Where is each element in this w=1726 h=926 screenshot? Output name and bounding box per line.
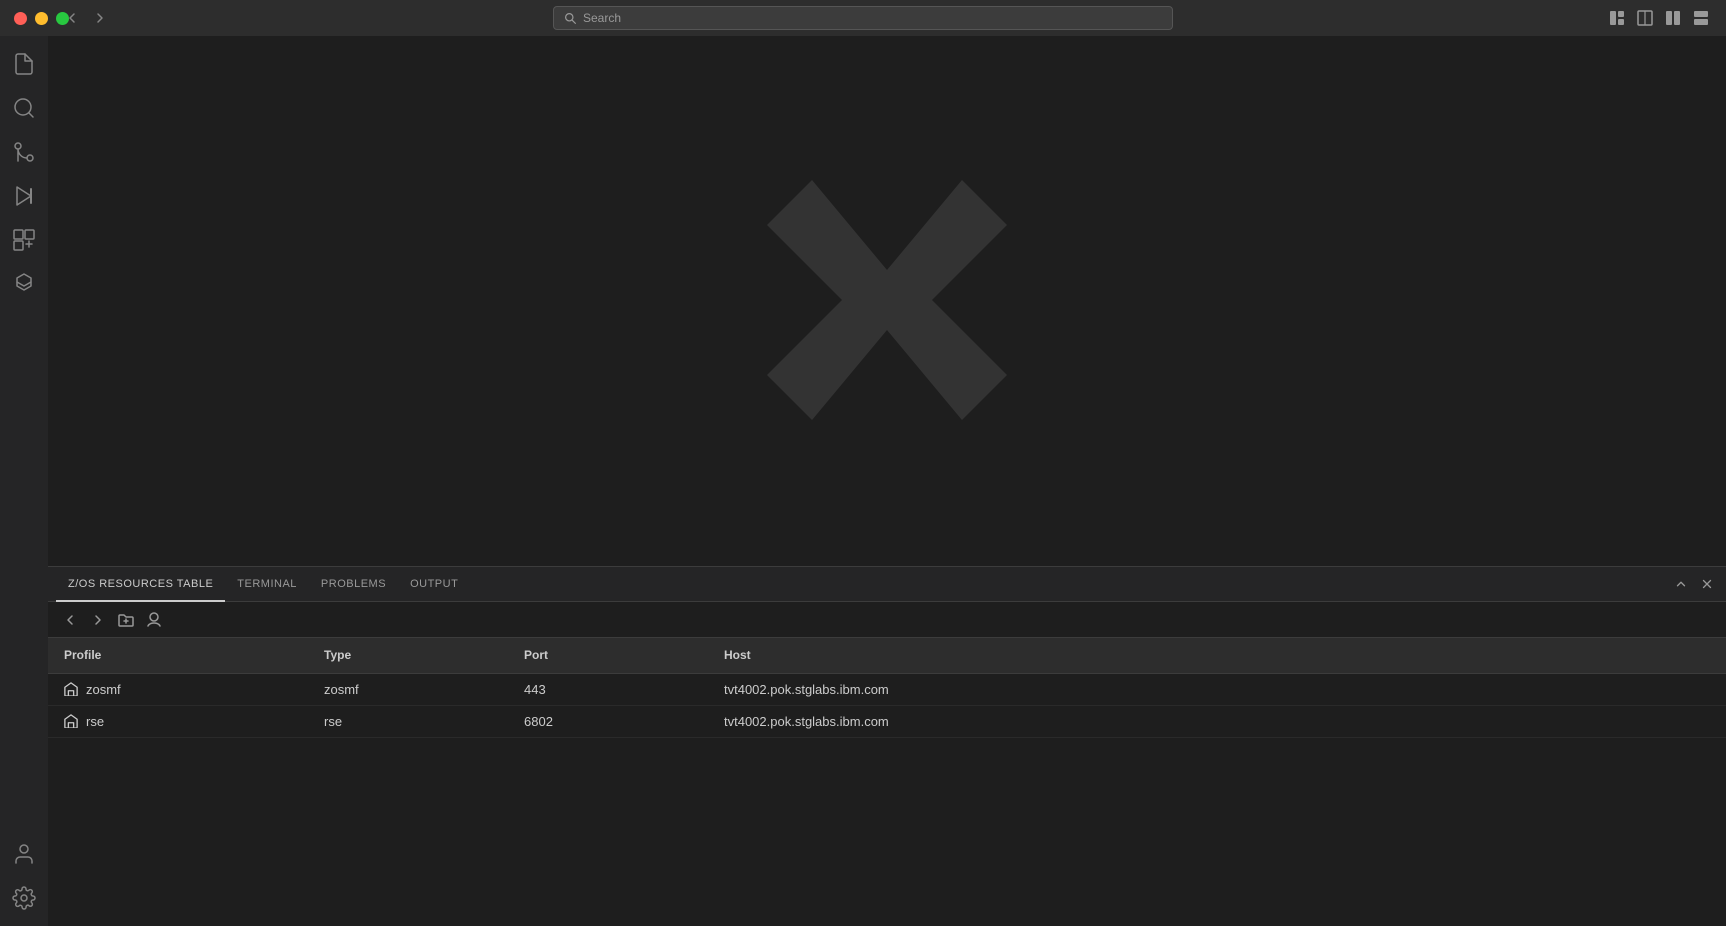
search-icon bbox=[564, 12, 577, 25]
layout-icon-1[interactable] bbox=[1606, 7, 1628, 29]
tab-resources-table[interactable]: Z/OS RESOURCES TABLE bbox=[56, 567, 225, 602]
toolbar-forward-button[interactable] bbox=[86, 608, 110, 632]
table-cell-profile: rse bbox=[48, 705, 308, 737]
activity-item-settings[interactable] bbox=[4, 878, 44, 918]
column-header-port: Port bbox=[508, 638, 708, 673]
table-cell-type: rse bbox=[308, 705, 508, 737]
minimize-button[interactable] bbox=[35, 12, 48, 25]
home-icon bbox=[64, 714, 78, 728]
column-header-host: Host bbox=[708, 638, 1726, 673]
column-header-type: Type bbox=[308, 638, 508, 673]
table-header-row: Profile Type Port Host bbox=[48, 638, 1726, 673]
activity-item-zowe[interactable] bbox=[4, 264, 44, 304]
tab-terminal[interactable]: TERMINAL bbox=[225, 567, 309, 602]
panel-tabs: Z/OS RESOURCES TABLE TERMINAL PROBLEMS O… bbox=[48, 567, 1726, 602]
panel-controls bbox=[1670, 573, 1718, 595]
toolbar-back-button[interactable] bbox=[58, 608, 82, 632]
panel-collapse-button[interactable] bbox=[1670, 573, 1692, 595]
activity-item-extensions[interactable] bbox=[4, 220, 44, 260]
toolbar-open-folder-button[interactable] bbox=[114, 608, 138, 632]
tab-output[interactable]: OUTPUT bbox=[398, 567, 470, 602]
close-button[interactable] bbox=[14, 12, 27, 25]
resources-table: Profile Type Port Host zosmfzosmf443tvt4… bbox=[48, 638, 1726, 738]
editor-content bbox=[48, 36, 1726, 566]
vscode-logo bbox=[737, 150, 1037, 453]
forward-arrow[interactable] bbox=[88, 6, 112, 30]
layout-icon-2[interactable] bbox=[1634, 7, 1656, 29]
navigation-arrows bbox=[60, 6, 112, 30]
activity-item-run[interactable] bbox=[4, 176, 44, 216]
back-arrow[interactable] bbox=[60, 6, 84, 30]
activity-item-source-control[interactable] bbox=[4, 132, 44, 172]
table-row[interactable]: zosmfzosmf443tvt4002.pok.stglabs.ibm.com bbox=[48, 673, 1726, 705]
home-icon bbox=[64, 682, 78, 696]
main-layout: Z/OS RESOURCES TABLE TERMINAL PROBLEMS O… bbox=[0, 36, 1726, 926]
titlebar-right-controls bbox=[1606, 7, 1712, 29]
table-row[interactable]: rserse6802tvt4002.pok.stglabs.ibm.com bbox=[48, 705, 1726, 737]
activity-item-explorer[interactable] bbox=[4, 44, 44, 84]
table-cell-port: 443 bbox=[508, 673, 708, 705]
table-cell-host: tvt4002.pok.stglabs.ibm.com bbox=[708, 705, 1726, 737]
column-header-profile: Profile bbox=[48, 638, 308, 673]
table-cell-profile: zosmf bbox=[48, 673, 308, 705]
panel-close-button[interactable] bbox=[1696, 573, 1718, 595]
titlebar: Search bbox=[0, 0, 1726, 36]
toolbar-add-profile-button[interactable] bbox=[142, 608, 166, 632]
panel: Z/OS RESOURCES TABLE TERMINAL PROBLEMS O… bbox=[48, 566, 1726, 926]
panel-toolbar bbox=[48, 602, 1726, 638]
layout-icon-3[interactable] bbox=[1662, 7, 1684, 29]
activity-bar bbox=[0, 36, 48, 926]
layout-icon-4[interactable] bbox=[1690, 7, 1712, 29]
table-container: Profile Type Port Host zosmfzosmf443tvt4… bbox=[48, 638, 1726, 926]
search-bar[interactable]: Search bbox=[553, 6, 1173, 30]
activity-item-accounts[interactable] bbox=[4, 834, 44, 874]
table-cell-type: zosmf bbox=[308, 673, 508, 705]
tab-problems[interactable]: PROBLEMS bbox=[309, 567, 398, 602]
search-placeholder: Search bbox=[583, 11, 621, 25]
editor-area: Z/OS RESOURCES TABLE TERMINAL PROBLEMS O… bbox=[48, 36, 1726, 926]
table-cell-host: tvt4002.pok.stglabs.ibm.com bbox=[708, 673, 1726, 705]
activity-bar-bottom bbox=[4, 834, 44, 926]
table-cell-port: 6802 bbox=[508, 705, 708, 737]
activity-item-search[interactable] bbox=[4, 88, 44, 128]
activity-bar-top bbox=[4, 44, 44, 834]
